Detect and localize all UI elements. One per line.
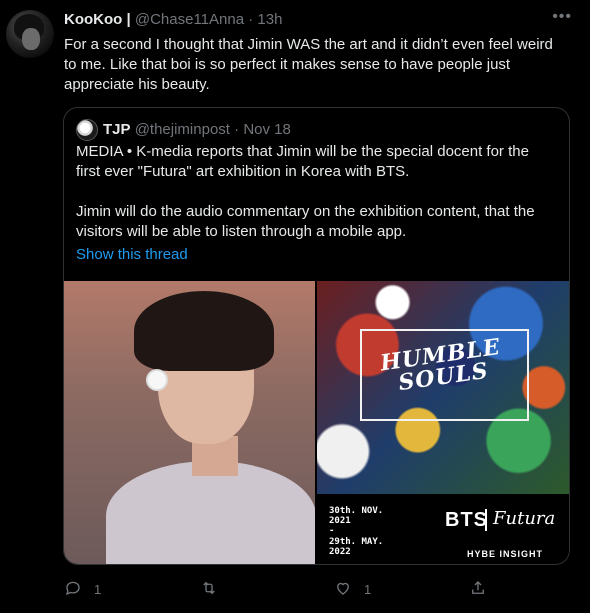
media-grid: HUMBLE SOULS 30th. NOV. 2021 - 29th. MAY… <box>64 281 569 564</box>
person-illustration <box>106 291 315 564</box>
quoted-author-handle[interactable]: @thejiminpost <box>135 121 230 139</box>
retweet-icon <box>200 579 218 600</box>
poster-footer: 30th. NOV. 2021 - 29th. MAY. 2022 BTS Fu… <box>317 494 569 564</box>
quoted-paragraph-2: Jimin will do the audio commentary on th… <box>76 203 535 240</box>
show-thread-link[interactable]: Show this thread <box>76 246 188 263</box>
quoted-header: TJP @thejiminpost · Nov 18 <box>76 119 291 141</box>
tweet[interactable]: KooKoo | @Chase11Anna · 13h ••• For a se… <box>0 0 590 613</box>
heart-icon <box>334 579 352 600</box>
author-name[interactable]: KooKoo | <box>64 11 131 28</box>
tweet-time[interactable]: 13h <box>257 11 282 28</box>
action-bar: 1 1 <box>64 579 569 599</box>
hybe-insight-label: HYBE INSIGHT <box>467 549 544 559</box>
like-button[interactable]: 1 <box>334 579 371 600</box>
bts-logo: BTS <box>445 509 488 531</box>
more-horizontal-icon[interactable]: ••• <box>552 8 572 26</box>
tweet-header: KooKoo | @Chase11Anna · 13h <box>64 11 282 29</box>
author-avatar[interactable] <box>6 10 54 58</box>
futura-signature: Futura <box>493 508 556 529</box>
author-handle[interactable]: @Chase11Anna <box>135 11 244 28</box>
share-button[interactable] <box>469 579 487 600</box>
exhibition-poster[interactable]: HUMBLE SOULS 30th. NOV. 2021 - 29th. MAY… <box>317 281 569 564</box>
start-date: 30th. NOV. 2021 - <box>329 506 384 536</box>
logo-divider <box>485 509 487 531</box>
avatar-face <box>22 28 40 50</box>
retweet-button[interactable] <box>200 579 230 600</box>
reply-count: 1 <box>94 582 102 597</box>
photo-jimin[interactable] <box>64 281 315 564</box>
like-count: 1 <box>364 582 372 597</box>
quoted-separator: · <box>234 121 240 138</box>
end-date: 29th. MAY. 2022 <box>329 537 384 557</box>
quoted-date[interactable]: Nov 18 <box>243 121 291 139</box>
reply-icon <box>64 579 82 600</box>
quoted-tweet[interactable]: TJP @thejiminpost · Nov 18 MEDIA • K-med… <box>63 107 570 565</box>
quoted-text: MEDIA • K-media reports that Jimin will … <box>76 142 556 242</box>
share-icon <box>469 579 487 600</box>
earbud <box>148 371 166 389</box>
reply-button[interactable]: 1 <box>64 579 101 600</box>
tweet-text: For a second I thought that Jimin WAS th… <box>64 36 553 93</box>
quoted-author-avatar[interactable] <box>76 119 98 141</box>
quoted-paragraph-1: MEDIA • K-media reports that Jimin will … <box>76 143 529 180</box>
header-separator: · <box>248 11 254 28</box>
quoted-author-name[interactable]: TJP <box>103 121 131 139</box>
